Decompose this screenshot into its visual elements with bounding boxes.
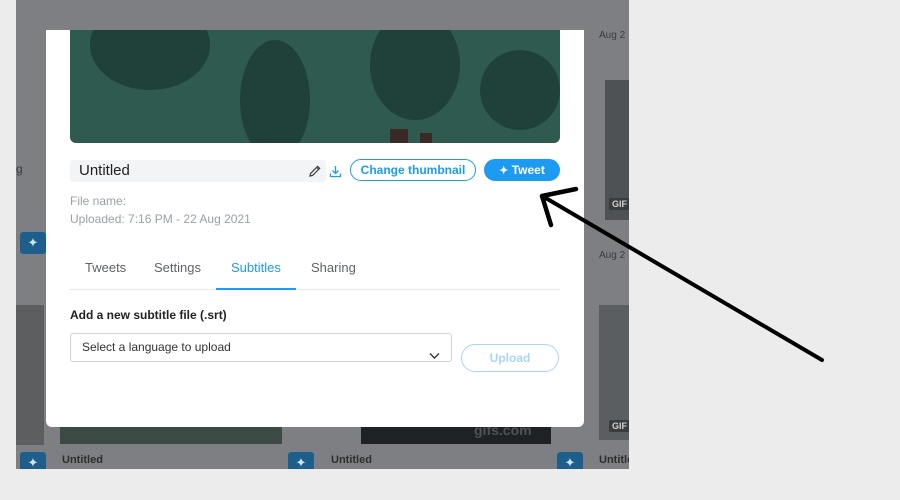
bg-tweet-button: ✦: [288, 452, 314, 469]
language-select-value: Select a language to upload: [82, 340, 231, 354]
bg-tweet-button: ✦: [557, 452, 583, 469]
language-select[interactable]: Select a language to upload: [70, 333, 452, 362]
bg-gif-badge: GIF: [609, 420, 629, 432]
subtitle-section-label: Add a new subtitle file (.srt): [70, 308, 227, 322]
feather-icon: ✦: [499, 165, 509, 177]
pencil-icon[interactable]: [306, 162, 324, 180]
title-input[interactable]: Untitled: [70, 160, 326, 182]
bg-thumbnail: [16, 305, 44, 445]
bg-card-title: Untitled: [62, 454, 103, 466]
file-name-label: File name:: [70, 194, 127, 208]
uploaded-label: Uploaded: 7:16 PM - 22 Aug 2021: [70, 212, 251, 226]
annotation-arrow: [539, 186, 824, 362]
bg-date: Aug 2: [599, 30, 626, 41]
tab-settings[interactable]: Settings: [139, 256, 216, 290]
bg-side-text: g: [16, 162, 23, 176]
tab-bar: Tweets Settings Subtitles Sharing: [70, 256, 560, 290]
tab-tweets[interactable]: Tweets: [70, 256, 141, 290]
chevron-down-icon: [429, 343, 440, 370]
bg-tweet-button: ✦: [20, 452, 46, 469]
bg-card-title: Untitled: [331, 454, 372, 466]
video-preview[interactable]: [70, 30, 560, 143]
tab-sharing[interactable]: Sharing: [296, 256, 371, 290]
video-details-modal: Untitled Change thumbnail ✦ Tweet File n…: [46, 30, 584, 427]
change-thumbnail-button[interactable]: Change thumbnail: [350, 159, 476, 181]
bg-tweet-button: ✦: [20, 232, 46, 254]
tab-subtitles[interactable]: Subtitles: [216, 256, 296, 290]
download-icon[interactable]: [326, 162, 344, 180]
bg-card-title: Untitled: [599, 454, 629, 466]
